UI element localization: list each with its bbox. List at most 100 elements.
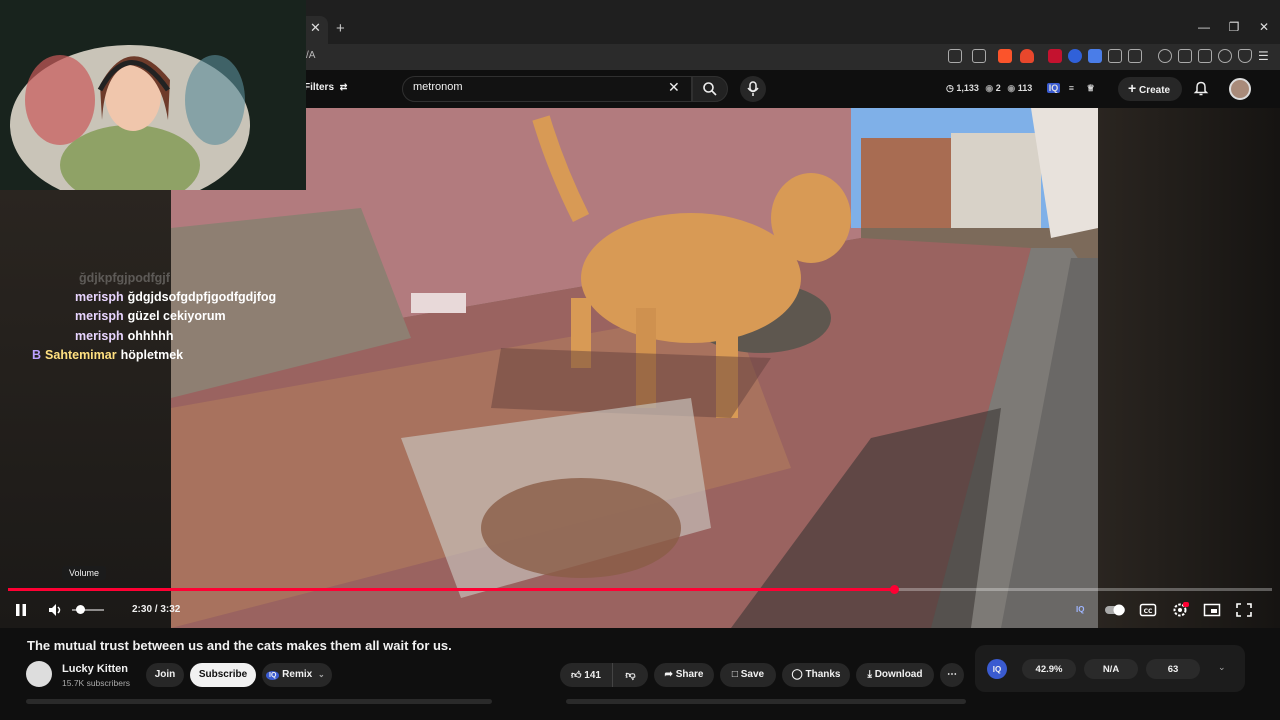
bell-icon[interactable] [1193, 80, 1209, 96]
music-icon[interactable] [1158, 49, 1172, 63]
channel-name[interactable]: Lucky Kitten [62, 663, 128, 675]
iq-icon[interactable]: IQ [1076, 602, 1094, 618]
clear-icon[interactable]: ✕ [668, 79, 680, 96]
iq-value: 42.9% [1022, 659, 1076, 679]
volume-tooltip: Volume [62, 566, 107, 580]
filters-button[interactable]: Filters ⇄ [304, 82, 347, 93]
streamer-webcam [0, 0, 306, 190]
channel-avatar[interactable] [26, 661, 52, 687]
iq-icon: IQ [266, 671, 280, 680]
remix-label: Remix [282, 669, 313, 680]
chat-message: ohhhhh [127, 329, 174, 343]
svg-text:CC: CC [1144, 608, 1153, 615]
wallet-icon[interactable] [1198, 49, 1212, 63]
download-button[interactable]: ⤓ Download [856, 663, 934, 687]
dislike-icon: 👎︎ [625, 670, 636, 681]
puzzle-icon[interactable] [1108, 49, 1122, 63]
volume-knob[interactable] [76, 605, 85, 614]
download-label: Download [874, 669, 923, 680]
captions-icon[interactable]: CC [1139, 602, 1157, 618]
like-button[interactable]: 👍︎ 141 [560, 663, 612, 687]
subscribe-button[interactable]: Subscribe [190, 663, 256, 687]
vpn-icon[interactable] [1238, 49, 1252, 63]
extension-blue-icon[interactable] [1068, 49, 1082, 63]
bookmark-icon: □ [731, 669, 738, 680]
search-button[interactable] [692, 76, 728, 102]
rewards-icon[interactable] [1020, 49, 1034, 63]
pause-icon[interactable] [14, 603, 28, 617]
chevron-down-icon[interactable]: ⌄ [1218, 662, 1226, 673]
chat-line: merisph güzel cekiyorum [75, 309, 226, 323]
ai-icon[interactable] [1218, 49, 1232, 63]
more-button[interactable]: ⋯ [940, 663, 964, 687]
fullscreen-icon[interactable] [1235, 602, 1253, 618]
tab-close-icon[interactable]: ✕ [310, 20, 324, 38]
cast-icon[interactable] [948, 49, 962, 63]
dislike-button[interactable]: 👎︎ [612, 663, 648, 687]
autoplay-toggle-icon[interactable] [1104, 602, 1126, 618]
subscriber-count: 15.7K subscribers [62, 678, 131, 688]
stats-strip: ◷ 1,133 ◉ 2 ◉ 113 IQ ≡ ♕ [946, 83, 1095, 94]
iq-icon[interactable]: IQ [1046, 83, 1061, 93]
filters-icon: ⇄ [339, 82, 348, 92]
chat-username: Sahtemimar [45, 348, 117, 362]
thanks-button[interactable]: ◯ Thanks [782, 663, 850, 687]
thanks-icon: ◯ [791, 669, 803, 680]
iq-badge: IQ [987, 659, 1007, 679]
extension-wave-icon[interactable] [1088, 49, 1102, 63]
views-count: 1,133 [956, 83, 979, 93]
download-icon: ⤓ [867, 669, 872, 680]
account-avatar[interactable] [1229, 78, 1251, 100]
brave-shield-icon[interactable] [998, 49, 1012, 63]
settings-icon[interactable] [1171, 602, 1189, 618]
description-preview[interactable] [26, 697, 966, 720]
minimize-icon[interactable]: — [1196, 20, 1212, 36]
filters-label: Filters [304, 82, 335, 93]
create-button[interactable]: + Create [1118, 77, 1182, 101]
join-button[interactable]: Join [146, 663, 184, 687]
extension-red-icon[interactable] [1048, 49, 1062, 63]
thanks-label: Thanks [805, 669, 841, 680]
panel-icon[interactable] [1178, 49, 1192, 63]
volume-icon[interactable] [48, 603, 62, 617]
like-count: 141 [584, 670, 601, 681]
chat-badge: B [32, 348, 42, 362]
share-page-icon[interactable] [972, 49, 986, 63]
search-icon [703, 82, 717, 96]
restore-icon[interactable]: ❐ [1226, 20, 1242, 36]
video-title: The mutual trust between us and the cats… [27, 638, 452, 653]
chat-line-faded: ğdjkpfgjpodfgjf [75, 271, 170, 285]
address-text[interactable]: /A [306, 50, 315, 61]
chat-message: ğdjkpfgjpodfgjf [79, 271, 170, 285]
chat-username: merisph [75, 309, 124, 323]
queue-icon[interactable]: ≡ [1069, 83, 1074, 93]
chat-line: merisph ohhhhh [75, 329, 173, 343]
eye-icon: ◉ [1007, 83, 1016, 93]
remix-button[interactable]: IQ Remix ⌄ [262, 663, 332, 687]
more-icon: ⋯ [947, 669, 957, 680]
chat-line: merisph ğdgjdsofgdpfjgodfgdjfog [75, 290, 276, 304]
window-close-icon[interactable]: ✕ [1256, 20, 1272, 36]
eye-icon: ◉ [985, 83, 994, 93]
chat-username: merisph [75, 290, 124, 304]
share-icon: ➦ [664, 669, 673, 680]
iq-value: 63 [1146, 659, 1200, 679]
trophy-icon[interactable]: ♕ [1087, 83, 1095, 93]
chat-message: güzel cekiyorum [127, 309, 226, 323]
voice-search-button[interactable] [740, 76, 766, 102]
save-label: Save [740, 669, 765, 680]
chevron-down-icon: ⌄ [317, 670, 325, 679]
miniplayer-icon[interactable] [1203, 602, 1221, 618]
video-frame[interactable] [171, 108, 1098, 628]
new-tab-icon[interactable]: + [336, 20, 350, 38]
share-button[interactable]: ➦ Share [654, 663, 714, 687]
ambient-left [0, 190, 171, 628]
save-button[interactable]: □ Save [720, 663, 776, 687]
chat-message: ğdgjdsofgdpfjgodfgdjfog [127, 290, 277, 304]
create-label: Create [1138, 85, 1171, 96]
menu-icon[interactable]: ☰ [1258, 49, 1272, 63]
sidebar-toggle-icon[interactable] [1128, 49, 1142, 63]
time-display: 2:30 / 3:32 [132, 604, 181, 615]
progress-scrubber[interactable] [890, 585, 900, 594]
search-input[interactable] [413, 81, 653, 93]
